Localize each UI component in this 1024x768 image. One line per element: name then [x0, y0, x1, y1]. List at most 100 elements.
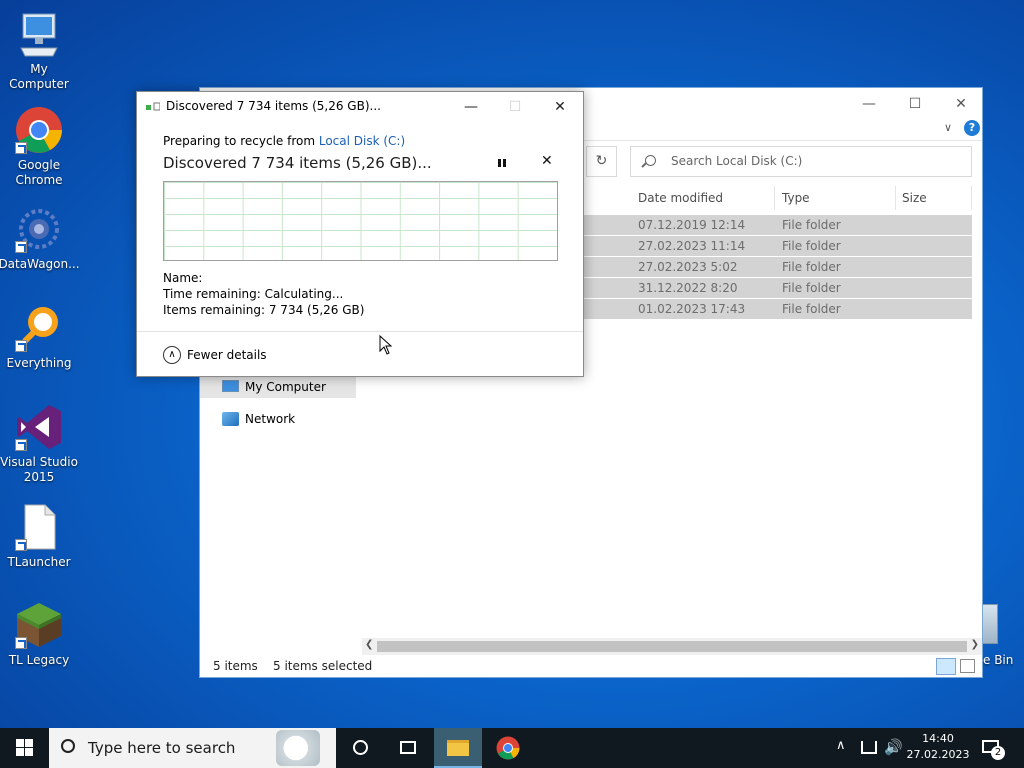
dialog-minimize-button[interactable]: — [448, 94, 494, 120]
row-type: File folder [782, 281, 841, 295]
notification-count-badge: 2 [991, 746, 1005, 760]
computer-icon [15, 10, 63, 58]
table-row[interactable]: 01.02.2023 17:43 File folder [584, 299, 972, 319]
nav-item-network[interactable]: Network [200, 408, 356, 430]
taskbar-chrome-button[interactable] [484, 728, 532, 768]
table-row[interactable]: 27.02.2023 11:14 File folder [584, 236, 972, 256]
desktop-icon-label: TL Legacy [8, 653, 70, 667]
desktop-icon-visual-studio[interactable]: Visual Studio 2015 [0, 403, 78, 485]
action-center-button[interactable]: 2 [982, 738, 1005, 760]
shortcut-arrow-icon [15, 637, 27, 649]
chrome-icon [15, 106, 63, 154]
fewer-details-button[interactable]: ∧ Fewer details [163, 345, 267, 365]
everything-icon [15, 304, 63, 352]
network-icon [222, 412, 239, 426]
volume-icon[interactable]: 🔊 [884, 738, 903, 756]
refresh-button[interactable]: ↻ [586, 146, 617, 177]
network-status-icon[interactable] [861, 741, 877, 754]
column-date-modified[interactable]: Date modified [632, 186, 775, 210]
clock[interactable]: 14:40 27.02.2023 [906, 731, 970, 763]
horizontal-scrollbar[interactable]: ❮ ❯ [362, 638, 982, 655]
row-type: File folder [782, 260, 841, 274]
detail-name-label: Name: [163, 271, 203, 285]
shortcut-arrow-icon [15, 439, 27, 451]
items-remaining-line: Items remaining: 7 734 (5,26 GB) [163, 303, 364, 317]
scroll-left-arrow-icon[interactable]: ❮ [365, 639, 373, 650]
taskbar-search-box[interactable]: Type here to search [49, 728, 336, 768]
row-type: File folder [782, 302, 841, 316]
desktop-icon-label: Google Chrome [15, 158, 63, 187]
table-row[interactable]: 27.02.2023 5:02 File folder [584, 257, 972, 277]
cortana-button[interactable] [336, 728, 384, 768]
cancel-operation-button[interactable]: ✕ [541, 153, 553, 169]
dialog-divider [137, 331, 583, 332]
column-size[interactable]: Size [896, 186, 972, 210]
help-icon[interactable]: ? [964, 120, 980, 136]
pause-button[interactable] [495, 156, 509, 170]
nav-item-my-computer[interactable]: My Computer [200, 376, 356, 398]
desktop-icon-tl-legacy[interactable]: TL Legacy [0, 601, 78, 668]
column-type[interactable]: Type [776, 186, 896, 210]
progress-heading: Discovered 7 734 items (5,26 GB)... [163, 154, 432, 172]
chevron-up-icon: ∧ [163, 346, 181, 364]
table-row[interactable]: 07.12.2019 12:14 File folder [584, 215, 972, 235]
row-date: 27.02.2023 11:14 [638, 239, 746, 253]
search-icon [61, 739, 75, 753]
shortcut-arrow-icon [15, 539, 27, 551]
search-placeholder: Search Local Disk (C:) [671, 154, 803, 168]
shortcut-arrow-icon [15, 241, 27, 253]
minimize-button[interactable]: — [846, 92, 892, 116]
dialog-title: Discovered 7 734 items (5,26 GB)... [166, 99, 381, 113]
scroll-right-arrow-icon[interactable]: ❯ [971, 639, 979, 650]
time-remaining-line: Time remaining: Calculating... [163, 287, 343, 301]
desktop-icon-label: Everything [6, 356, 72, 370]
items-remaining-value: 7 734 (5,26 GB) [268, 303, 365, 317]
desktop-icon-everything[interactable]: Everything [0, 304, 78, 371]
windows-logo-icon [15, 739, 33, 756]
dialog-maximize-button: ☐ [508, 99, 522, 115]
taskbar-file-explorer-button[interactable] [434, 728, 482, 768]
desktop-icon-tlauncher[interactable]: TLauncher [0, 503, 78, 570]
chrome-icon [496, 736, 520, 760]
desktop-icon-label: Visual Studio 2015 [0, 455, 78, 484]
source-location-link[interactable]: Local Disk (C:) [319, 134, 405, 148]
desktop-icon-label: e Bin [983, 653, 1014, 667]
mouse-cursor-icon [379, 334, 393, 355]
search-icon [645, 155, 656, 166]
show-hidden-icons-chevron-icon[interactable]: ∧ [836, 738, 846, 753]
clock-time: 14:40 [922, 732, 954, 745]
desktop-icon-label: My Computer [9, 62, 69, 91]
ribbon-expand-chevron-icon[interactable]: ∨ [944, 121, 952, 134]
search-input[interactable]: Search Local Disk (C:) [630, 146, 972, 177]
desktop-icon-label: TLauncher [7, 555, 71, 569]
folder-icon [447, 740, 469, 756]
cortana-icon [352, 740, 368, 755]
start-button[interactable] [0, 728, 48, 768]
computer-icon [222, 380, 239, 392]
table-row[interactable]: 31.12.2022 8:20 File folder [584, 278, 972, 298]
shortcut-arrow-icon [15, 142, 27, 154]
desktop-icon-my-computer[interactable]: My Computer [0, 10, 78, 92]
details-view-icon[interactable] [936, 658, 956, 675]
large-icons-view-icon[interactable] [960, 659, 975, 673]
visual-studio-icon [15, 403, 63, 451]
time-remaining-label: Time remaining: [163, 287, 261, 301]
task-view-button[interactable] [384, 728, 432, 768]
nav-label: My Computer [245, 380, 326, 394]
search-highlight-image-icon [276, 730, 320, 766]
close-button[interactable]: ✕ [938, 92, 984, 116]
row-date: 31.12.2022 8:20 [638, 281, 738, 295]
desktop-icon-google-chrome[interactable]: Google Chrome [0, 106, 78, 188]
dialog-close-button[interactable]: ✕ [537, 94, 583, 120]
status-selected-count: 5 items selected [273, 659, 373, 673]
minecraft-icon [15, 601, 63, 649]
desktop-icon-label: DataWagon... [0, 257, 80, 271]
scrollbar-thumb[interactable] [377, 641, 967, 652]
row-date: 07.12.2019 12:14 [638, 218, 746, 232]
row-type: File folder [782, 218, 841, 232]
desktop-icon-datawagon[interactable]: DataWagon... [0, 205, 80, 272]
maximize-button[interactable]: ☐ [892, 92, 938, 116]
row-date: 27.02.2023 5:02 [638, 260, 738, 274]
preparing-prefix: Preparing to recycle from [163, 134, 316, 148]
preparing-line: Preparing to recycle from Local Disk (C:… [163, 134, 405, 148]
